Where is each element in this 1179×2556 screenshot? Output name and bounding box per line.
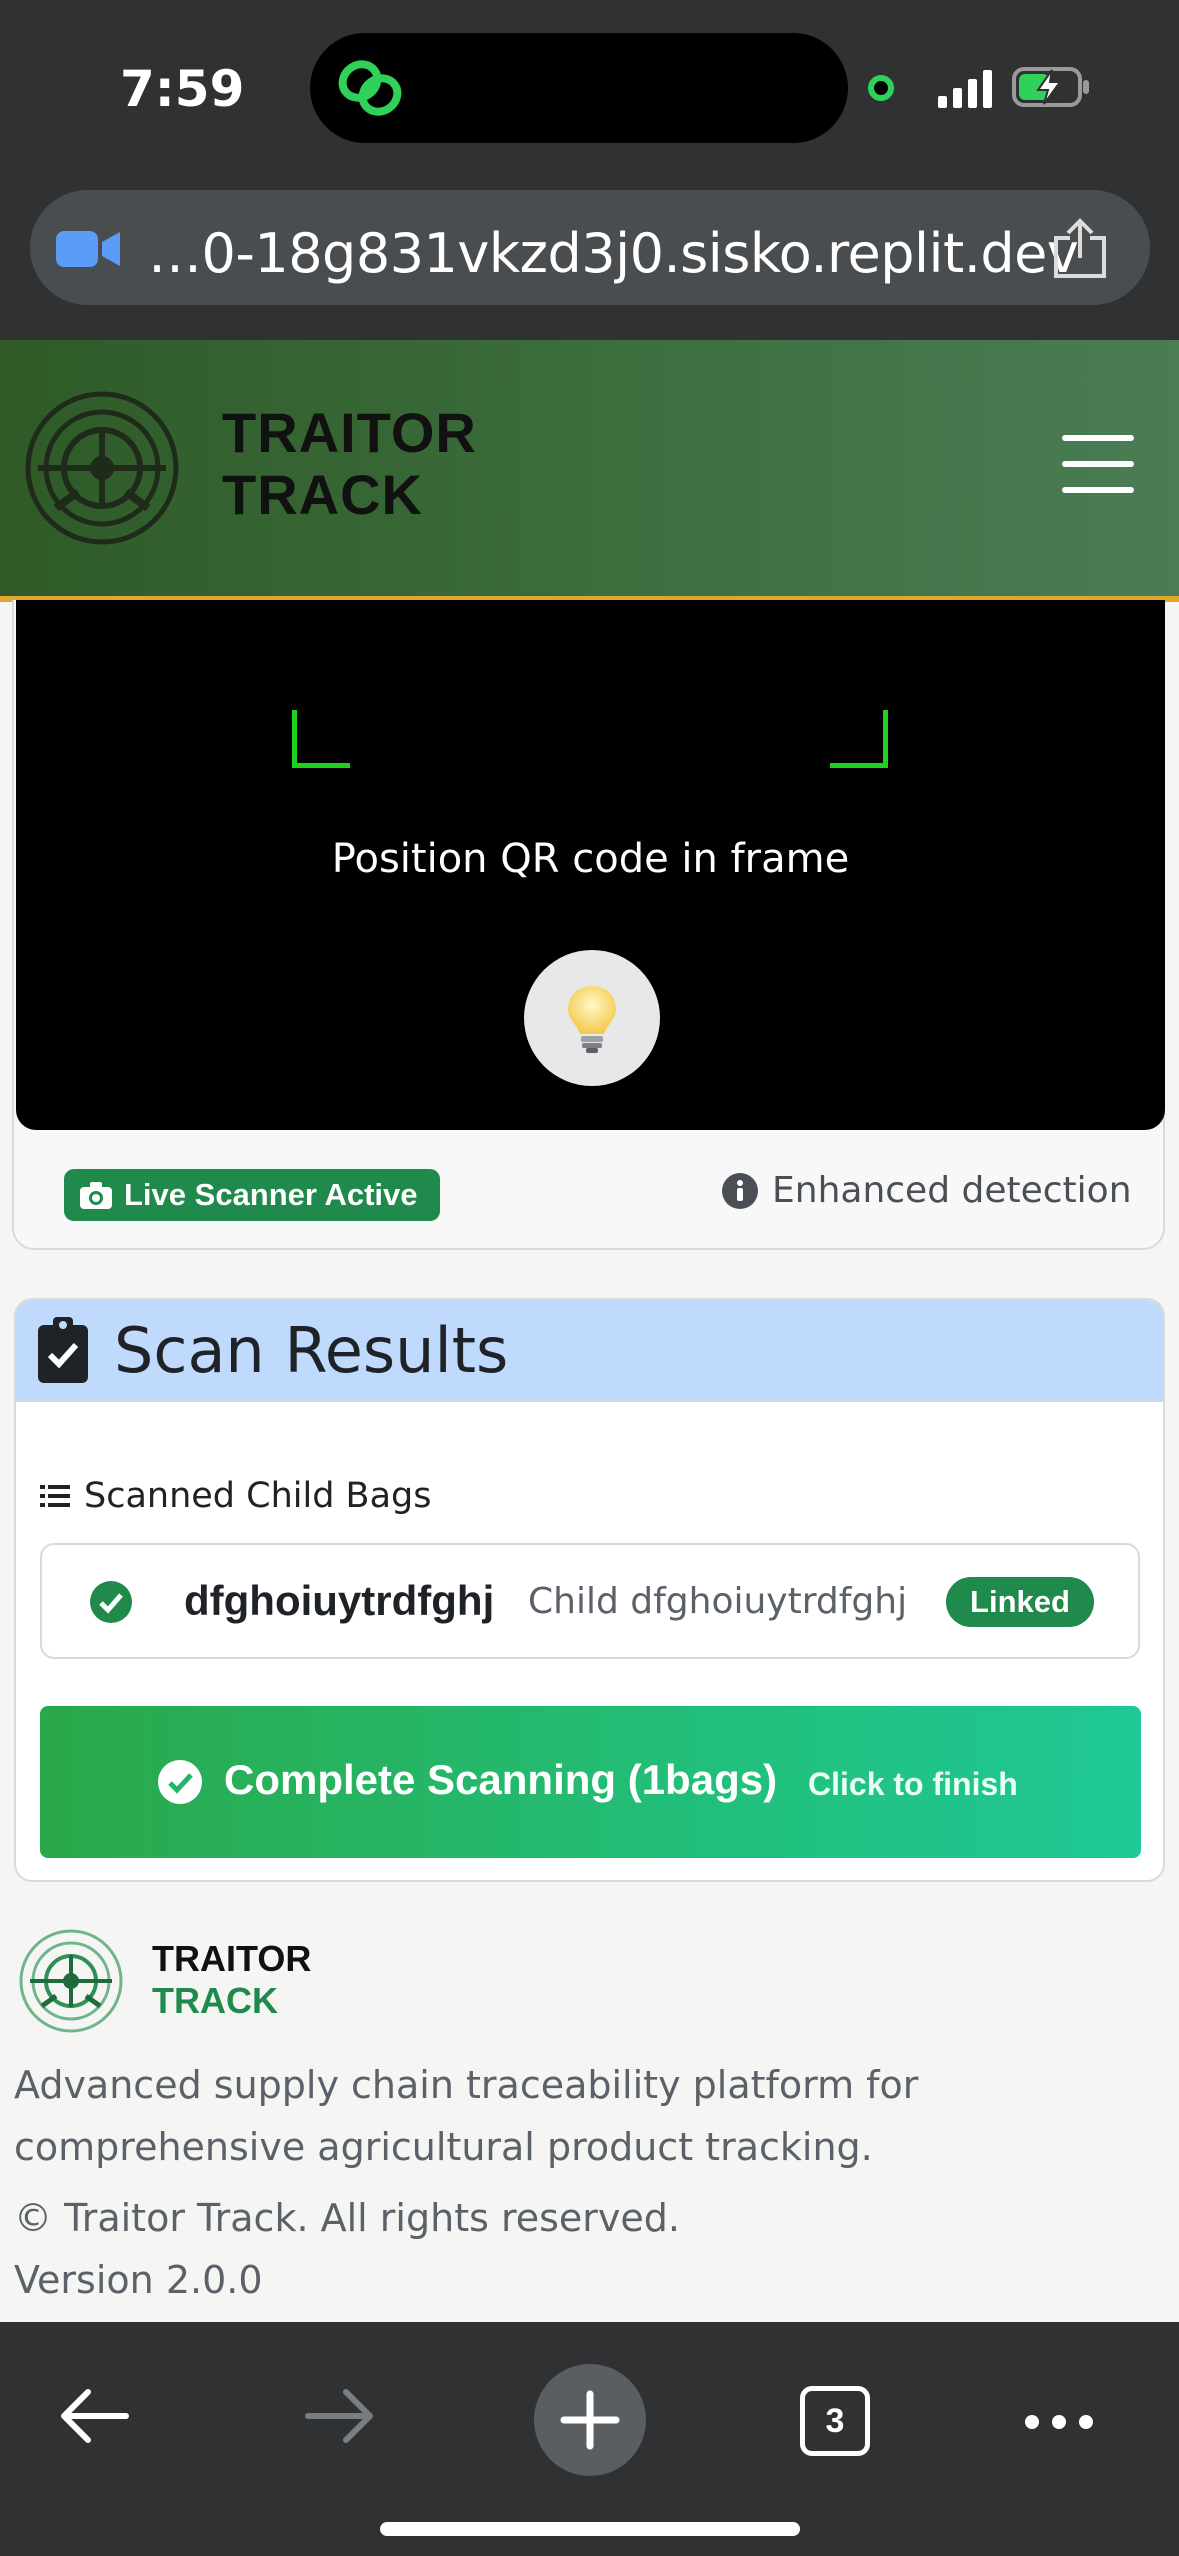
clipboard-check-icon: [38, 1317, 88, 1383]
browser-address-area: …0-18g831vkzd3j0.sisko.replit.dev: [0, 175, 1179, 340]
forward-arrow-icon[interactable]: [304, 2386, 376, 2446]
hamburger-bar: [1062, 461, 1134, 467]
scanned-bags-heading: Scanned Child Bags: [40, 1476, 431, 1516]
camera-in-use-indicator: [868, 75, 894, 101]
address-bar[interactable]: …0-18g831vkzd3j0.sisko.replit.dev: [30, 190, 1150, 305]
detection-mode-label: Enhanced detection: [772, 1170, 1132, 1211]
frame-hint: Position QR code in frame: [331, 836, 850, 882]
scan-results-header: Scan Results: [16, 1300, 1163, 1402]
torch-button[interactable]: [524, 950, 660, 1086]
status-badge: Linked: [946, 1577, 1094, 1627]
new-tab-button[interactable]: [534, 2364, 646, 2476]
scan-frame-corner-left: [292, 710, 350, 768]
app-version: Version 2.0.0: [14, 2258, 263, 2302]
app-header: TRAITOR TRACK: [0, 340, 1179, 602]
check-circle-icon: [158, 1760, 202, 1804]
live-scanner-badge: Live Scanner Active: [64, 1169, 440, 1221]
brand-line-1: TRAITOR: [222, 401, 477, 464]
footer-brand-line-2: TRACK: [152, 1980, 278, 2021]
status-bar: 7:59: [0, 0, 1179, 175]
footer-copyright: © Traitor Track. All rights reserved.: [14, 2196, 681, 2240]
traitor-track-logo[interactable]: [22, 388, 182, 548]
video-camera-icon: [56, 231, 120, 267]
scanned-bags-label: Scanned Child Bags: [84, 1476, 432, 1516]
complete-scanning-hint: Click to finish: [808, 1766, 1018, 1802]
link-icon: [338, 60, 402, 116]
clock: 7:59: [120, 60, 245, 118]
complete-scanning-label: Complete Scanning (1bags): [224, 1756, 778, 1803]
scan-frame-corner-right: [830, 710, 888, 768]
live-scanner-label: Live Scanner Active: [124, 1177, 418, 1212]
more-options-icon[interactable]: [1024, 2412, 1094, 2432]
child-bag-id: dfghoiuytrdfghj: [184, 1577, 495, 1624]
detection-mode: Enhanced detection: [722, 1170, 1132, 1211]
lightbulb-icon: [568, 986, 616, 1053]
dynamic-island: [310, 33, 848, 143]
brand-line-2: TRACK: [222, 463, 423, 526]
plus-icon: [560, 2390, 620, 2450]
hamburger-bar: [1062, 487, 1134, 493]
browser-toolbar: 3: [0, 2322, 1179, 2556]
list-icon: [40, 1485, 70, 1507]
footer-logo: [19, 1929, 123, 2033]
info-icon: [722, 1172, 758, 1209]
scanner-card: Position QR code in frame Live Scanner A…: [12, 600, 1165, 1250]
back-arrow-icon[interactable]: [58, 2386, 130, 2446]
menu-button[interactable]: [1062, 435, 1134, 495]
list-item[interactable]: dfghoiuytrdfghj Child dfghoiuytrdfghj Li…: [40, 1543, 1140, 1659]
camera-icon: [80, 1182, 112, 1209]
cellular-signal-icon: [938, 70, 992, 108]
home-indicator: [380, 2522, 800, 2536]
battery-charging-icon: [1012, 67, 1089, 107]
brand-name: TRAITOR TRACK: [222, 402, 477, 526]
url-text: …0-18g831vkzd3j0.sisko.replit.dev: [148, 222, 1079, 285]
scan-results-title: Scan Results: [114, 1313, 509, 1387]
check-circle-icon: [90, 1581, 132, 1623]
tabs-button[interactable]: 3: [800, 2386, 870, 2456]
camera-viewfinder[interactable]: Position QR code in frame: [16, 600, 1165, 1130]
scan-results-card: Scan Results Scanned Child Bags dfghoiuy…: [14, 1298, 1165, 1882]
footer-description: Advanced supply chain traceability platf…: [14, 2063, 919, 2169]
child-bag-description: Child dfghoiuytrdfghj: [528, 1581, 908, 1622]
complete-scanning-button[interactable]: Complete Scanning (1bags) Click to finis…: [40, 1706, 1141, 1858]
hamburger-icon: [1062, 435, 1134, 441]
footer-brand-line-1: TRAITOR: [152, 1938, 312, 1979]
share-icon[interactable]: [1050, 218, 1110, 280]
